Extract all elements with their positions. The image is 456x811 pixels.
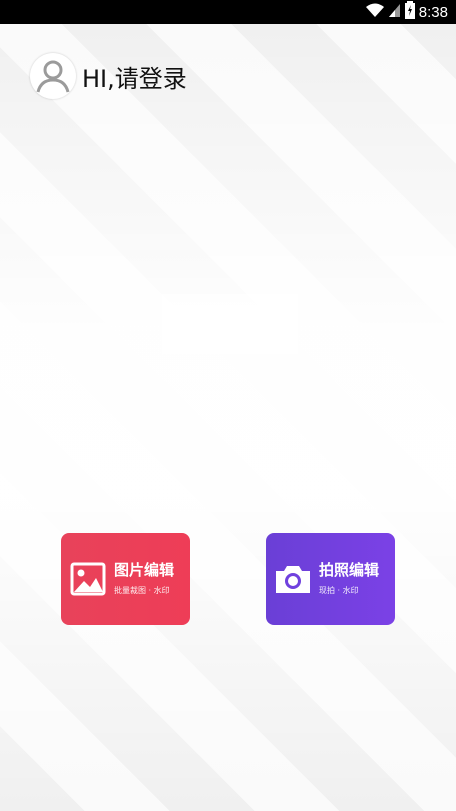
- background: [0, 24, 456, 811]
- photo-edit-button[interactable]: 图片编辑 批量裁图 · 水印: [61, 533, 190, 625]
- user-icon: [36, 60, 70, 93]
- avatar[interactable]: [30, 53, 76, 99]
- image-icon: [69, 560, 107, 598]
- status-time: 8:38: [418, 3, 448, 21]
- background-panel: [162, 294, 298, 354]
- camera-edit-button[interactable]: 拍照编辑 现拍 · 水印: [266, 533, 395, 625]
- camera-edit-subtitle: 现拍 · 水印: [319, 586, 359, 595]
- camera-icon: [274, 560, 312, 598]
- signal-icon: [388, 2, 401, 22]
- login-prompt[interactable]: HI,请登录: [82, 59, 187, 94]
- wifi-icon: [365, 2, 385, 22]
- camera-edit-title: 拍照编辑: [319, 561, 380, 579]
- status-bar: 8:38: [0, 0, 456, 24]
- photo-edit-title: 图片编辑: [114, 561, 175, 579]
- battery-icon: [404, 1, 415, 23]
- login-header[interactable]: HI,请登录: [30, 52, 187, 100]
- photo-edit-subtitle: 批量裁图 · 水印: [114, 586, 170, 595]
